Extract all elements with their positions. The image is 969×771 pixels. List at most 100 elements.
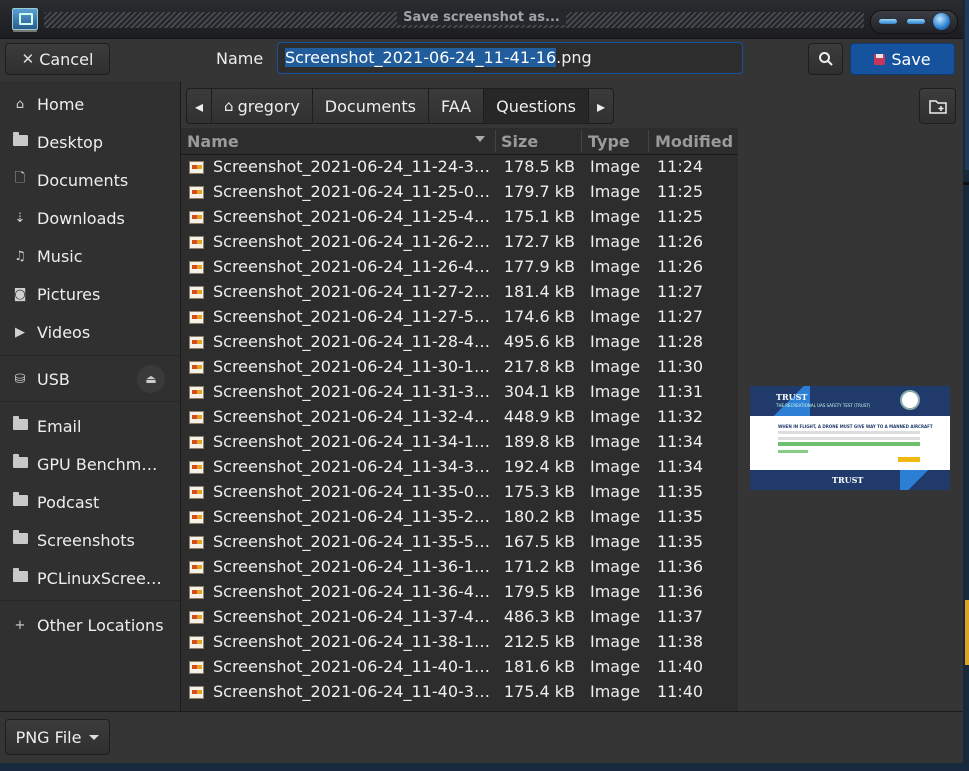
file-rows: Screenshot_2021-06-24_11-24-3… 178.5 kB Im…	[181, 155, 738, 705]
file-modified: 11:35	[657, 507, 704, 526]
sidebar-item-videos[interactable]: ▶ Videos	[0, 313, 180, 351]
file-row[interactable]: Screenshot_2021-06-24_11-37-4… 486.3 kB Im…	[181, 605, 738, 630]
new-folder-button[interactable]	[919, 88, 956, 124]
save-button[interactable]: Save	[850, 43, 955, 75]
close-button[interactable]	[933, 13, 950, 30]
image-file-icon	[189, 436, 204, 449]
path-back-button[interactable]: ◂	[186, 88, 213, 124]
file-row[interactable]: Screenshot_2021-06-24_11-26-2… 172.7 kB Im…	[181, 230, 738, 255]
file-modified: 11:31	[657, 382, 704, 401]
sidebar-item-podcast[interactable]: Podcast	[0, 483, 180, 521]
file-size: 181.4 kB	[503, 282, 575, 301]
file-row[interactable]: Screenshot_2021-06-24_11-34-3… 192.4 kB Im…	[181, 455, 738, 480]
image-file-icon	[189, 236, 204, 249]
file-name: Screenshot_2021-06-24_11-40-1…	[213, 657, 490, 676]
file-type: Image	[590, 232, 641, 251]
file-row[interactable]: Screenshot_2021-06-24_11-27-5… 174.6 kB Im…	[181, 305, 738, 330]
filename-input[interactable]: Screenshot_2021-06-24_11-41-16.png	[277, 42, 743, 74]
file-type: Image	[590, 282, 641, 301]
file-row[interactable]: Screenshot_2021-06-24_11-35-5… 167.5 kB Im…	[181, 530, 738, 555]
sidebar-item-other-locations[interactable]: + Other Locations	[0, 606, 180, 644]
sidebar-item-screenshots[interactable]: Screenshots	[0, 521, 180, 559]
file-type: Image	[590, 182, 641, 201]
folder-icon	[12, 529, 28, 548]
file-size: 212.5 kB	[503, 632, 575, 651]
file-row[interactable]: Screenshot_2021-06-24_11-26-4… 177.9 kB Im…	[181, 255, 738, 280]
file-row[interactable]: Screenshot_2021-06-24_11-40-3… 175.4 kB Im…	[181, 680, 738, 705]
column-modified[interactable]: Modified	[655, 132, 733, 151]
file-row[interactable]: Screenshot_2021-06-24_11-27-2… 181.4 kB Im…	[181, 280, 738, 305]
file-size: 174.6 kB	[503, 307, 575, 326]
file-type: Image	[590, 382, 641, 401]
file-name: Screenshot_2021-06-24_11-38-1…	[213, 632, 490, 651]
plus-icon: +	[14, 617, 26, 633]
search-icon	[818, 52, 833, 66]
file-row[interactable]: Screenshot_2021-06-24_11-34-1… 189.8 kB Im…	[181, 430, 738, 455]
file-type: Image	[590, 157, 641, 176]
sidebar-item-pclinuxscreenshots[interactable]: PCLinuxScree…	[0, 559, 180, 597]
save-label: Save	[891, 49, 931, 69]
minimize-button[interactable]	[879, 19, 897, 24]
file-row[interactable]: Screenshot_2021-06-24_11-28-4… 495.6 kB Im…	[181, 330, 738, 355]
file-type: Image	[590, 482, 641, 501]
file-modified: 11:32	[657, 407, 704, 426]
preview-logo: TRUST	[776, 392, 808, 402]
chevron-left-icon: ◂	[195, 96, 204, 116]
search-button[interactable]	[808, 43, 843, 75]
sidebar-item-gpu-benchmarks[interactable]: GPU Benchm…	[0, 445, 180, 483]
column-separator	[648, 130, 649, 152]
path-crumb-faa[interactable]: FAA	[428, 88, 485, 124]
sidebar-item-downloads[interactable]: ⇣ Downloads	[0, 199, 180, 237]
window-title: Save screenshot as...	[0, 10, 963, 25]
file-size: 495.6 kB	[503, 332, 575, 351]
title-bar[interactable]: Save screenshot as...	[0, 0, 963, 39]
preview-button	[898, 457, 920, 462]
file-row[interactable]: Screenshot_2021-06-24_11-40-1… 181.6 kB Im…	[181, 655, 738, 680]
column-size[interactable]: Size	[501, 132, 538, 151]
sidebar-item-desktop[interactable]: Desktop	[0, 123, 180, 161]
sidebar-item-email[interactable]: Email	[0, 407, 180, 445]
file-type: Image	[590, 207, 641, 226]
file-modified: 11:28	[657, 332, 704, 351]
path-forward-button[interactable]: ▸	[588, 88, 615, 124]
column-name[interactable]: Name	[187, 132, 239, 151]
file-row[interactable]: Screenshot_2021-06-24_11-25-4… 175.1 kB Im…	[181, 205, 738, 230]
path-crumb-gregory[interactable]: ⌂ gregory	[211, 88, 313, 124]
folder-icon	[12, 453, 28, 472]
path-crumb-documents[interactable]: Documents	[311, 88, 430, 124]
file-type-filter[interactable]: PNG File	[5, 719, 110, 755]
sidebar-item-home[interactable]: ⌂ Home	[0, 85, 180, 123]
file-type: Image	[590, 607, 641, 626]
desktop-strip	[963, 182, 969, 185]
file-type: Image	[590, 682, 641, 701]
file-row[interactable]: Screenshot_2021-06-24_11-24-3… 178.5 kB Im…	[181, 155, 738, 180]
video-icon: ▶	[15, 324, 25, 340]
file-row[interactable]: Screenshot_2021-06-24_11-32-4… 448.9 kB Im…	[181, 405, 738, 430]
file-row[interactable]: Screenshot_2021-06-24_11-25-0… 179.7 kB Im…	[181, 180, 738, 205]
eject-button[interactable]: ⏏	[137, 365, 165, 393]
file-row[interactable]: Screenshot_2021-06-24_11-36-1… 171.2 kB Im…	[181, 555, 738, 580]
cancel-button[interactable]: ✕ Cancel	[5, 43, 110, 75]
path-crumb-questions[interactable]: Questions	[483, 88, 589, 124]
image-file-icon	[189, 336, 204, 349]
sidebar-item-music[interactable]: ♫ Music	[0, 237, 180, 275]
file-row[interactable]: Screenshot_2021-06-24_11-35-2… 180.2 kB Im…	[181, 505, 738, 530]
file-row[interactable]: Screenshot_2021-06-24_11-31-3… 304.1 kB Im…	[181, 380, 738, 405]
file-row[interactable]: Screenshot_2021-06-24_11-35-0… 175.3 kB Im…	[181, 480, 738, 505]
file-name: Screenshot_2021-06-24_11-35-0…	[213, 482, 490, 501]
sidebar-item-usb[interactable]: ⛁ USB ⏏	[0, 360, 180, 398]
seal-icon	[900, 390, 920, 410]
music-icon: ♫	[14, 248, 26, 264]
image-file-icon	[189, 261, 204, 274]
sidebar-item-pictures[interactable]: ◙ Pictures	[0, 275, 180, 313]
file-size: 178.5 kB	[503, 157, 575, 176]
sidebar-item-documents[interactable]: 🗋 Documents	[0, 161, 180, 199]
maximize-button[interactable]	[907, 19, 925, 24]
file-type: Image	[590, 432, 641, 451]
file-row[interactable]: Screenshot_2021-06-24_11-30-1… 217.8 kB Im…	[181, 355, 738, 380]
file-row[interactable]: Screenshot_2021-06-24_11-36-4… 179.5 kB Im…	[181, 580, 738, 605]
file-name: Screenshot_2021-06-24_11-32-4…	[213, 407, 490, 426]
column-type[interactable]: Type	[588, 132, 630, 151]
file-row[interactable]: Screenshot_2021-06-24_11-38-1… 212.5 kB Im…	[181, 630, 738, 655]
image-preview: TRUST THE RECREATIONAL UAS SAFETY TEST (…	[750, 386, 950, 490]
